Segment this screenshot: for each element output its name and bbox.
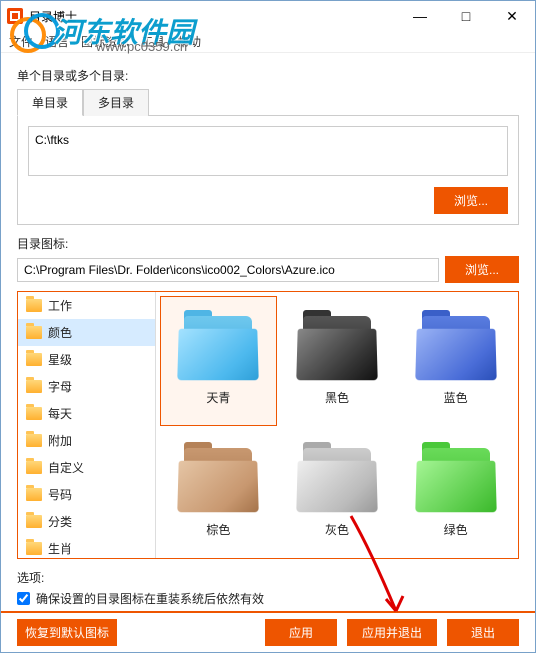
folder-icon [26, 326, 42, 339]
window-title: 目录博士 [29, 8, 397, 25]
titlebar: 目录博士 — □ ✕ [1, 1, 535, 31]
category-sidebar: 工作颜色星级字母每天附加自定义号码分类生肖Folders [18, 292, 156, 558]
sidebar-item[interactable]: 分类 [18, 508, 155, 535]
icon-path-input[interactable] [17, 258, 439, 282]
sidebar-item-label: 自定义 [48, 459, 84, 476]
sidebar-item-label: 生肖 [48, 540, 72, 557]
sidebar-item-label: 字母 [48, 378, 72, 395]
menu-iconres[interactable]: 图标资源 [81, 33, 129, 50]
sidebar-item[interactable]: 颜色 [18, 319, 155, 346]
options-label: 选项: [17, 569, 519, 586]
app-icon [7, 8, 23, 24]
icon-cell-label: 棕色 [206, 521, 230, 538]
apply-button[interactable]: 应用 [265, 619, 337, 646]
icon-cell[interactable]: 天青 [160, 296, 277, 426]
icon-browser: 工作颜色星级字母每天附加自定义号码分类生肖Folders 天青黑色蓝色棕色灰色绿… [17, 291, 519, 559]
sidebar-item[interactable]: 每天 [18, 400, 155, 427]
large-folder-icon [416, 316, 496, 381]
folder-icon [26, 299, 42, 312]
sidebar-item-label: 分类 [48, 513, 72, 530]
sidebar-item[interactable]: 字母 [18, 373, 155, 400]
folder-icon [26, 380, 42, 393]
restore-default-button[interactable]: 恢复到默认图标 [17, 619, 117, 646]
icon-cell-label: 天青 [206, 389, 230, 406]
folder-icon [26, 515, 42, 528]
folder-icon [26, 488, 42, 501]
large-folder-icon [178, 448, 258, 513]
sidebar-item[interactable]: 号码 [18, 481, 155, 508]
icon-cell[interactable]: 灰色 [279, 428, 396, 558]
sidebar-item-label: 号码 [48, 486, 72, 503]
large-folder-icon [297, 448, 377, 513]
folder-icon [26, 407, 42, 420]
bottom-toolbar: 恢复到默认图标 应用 应用并退出 退出 [1, 611, 535, 652]
icon-path-label: 目录图标: [17, 235, 519, 252]
preserve-after-reinstall-checkbox[interactable] [17, 592, 30, 605]
folder-icon [26, 461, 42, 474]
browse-icon-button[interactable]: 浏览... [445, 256, 519, 283]
icon-cell-label: 黑色 [325, 389, 349, 406]
sidebar-item-label: 每天 [48, 405, 72, 422]
sidebar-item-label: 工作 [48, 297, 72, 314]
icon-cell-label: 蓝色 [444, 389, 468, 406]
sidebar-item[interactable]: 自定义 [18, 454, 155, 481]
dir-path-input[interactable] [28, 126, 508, 176]
menu-lang[interactable]: 语言 [45, 33, 69, 50]
preserve-after-reinstall-label: 确保设置的目录图标在重装系统后依然有效 [36, 590, 264, 607]
folder-icon [26, 542, 42, 555]
dir-prompt-label: 单个目录或多个目录: [17, 67, 519, 84]
tab-single-dir[interactable]: 单目录 [17, 89, 83, 116]
icon-cell-label: 绿色 [444, 521, 468, 538]
menu-file[interactable]: 文件 [9, 33, 33, 50]
menubar: 文件 语言 图标资源 工具 帮助 [1, 31, 535, 53]
large-folder-icon [416, 448, 496, 513]
sidebar-item[interactable]: 星级 [18, 346, 155, 373]
sidebar-item[interactable]: 附加 [18, 427, 155, 454]
tab-multi-dir[interactable]: 多目录 [83, 89, 149, 116]
close-button[interactable]: ✕ [489, 1, 535, 31]
maximize-button[interactable]: □ [443, 1, 489, 31]
apply-exit-button[interactable]: 应用并退出 [347, 619, 437, 646]
large-folder-icon [178, 316, 258, 381]
sidebar-item[interactable]: 工作 [18, 292, 155, 319]
browse-dir-button[interactable]: 浏览... [434, 187, 508, 214]
menu-help[interactable]: 帮助 [177, 33, 201, 50]
folder-icon [26, 434, 42, 447]
icon-cell[interactable]: 黑色 [279, 296, 396, 426]
menu-tools[interactable]: 工具 [141, 33, 165, 50]
icon-cell-label: 灰色 [325, 521, 349, 538]
dir-tabs: 单目录 多目录 [17, 88, 519, 116]
exit-button[interactable]: 退出 [447, 619, 519, 646]
icon-cell[interactable]: 棕色 [160, 428, 277, 558]
sidebar-item[interactable]: 生肖 [18, 535, 155, 558]
folder-icon [26, 353, 42, 366]
minimize-button[interactable]: — [397, 1, 443, 31]
icon-cell[interactable]: 绿色 [397, 428, 514, 558]
sidebar-item-label: 星级 [48, 351, 72, 368]
large-folder-icon [297, 316, 377, 381]
icon-grid: 天青 黑色 蓝色棕色 灰色 绿色 [156, 292, 518, 558]
sidebar-item-label: 附加 [48, 432, 72, 449]
icon-cell[interactable]: 蓝色 [397, 296, 514, 426]
sidebar-item-label: 颜色 [48, 324, 72, 341]
